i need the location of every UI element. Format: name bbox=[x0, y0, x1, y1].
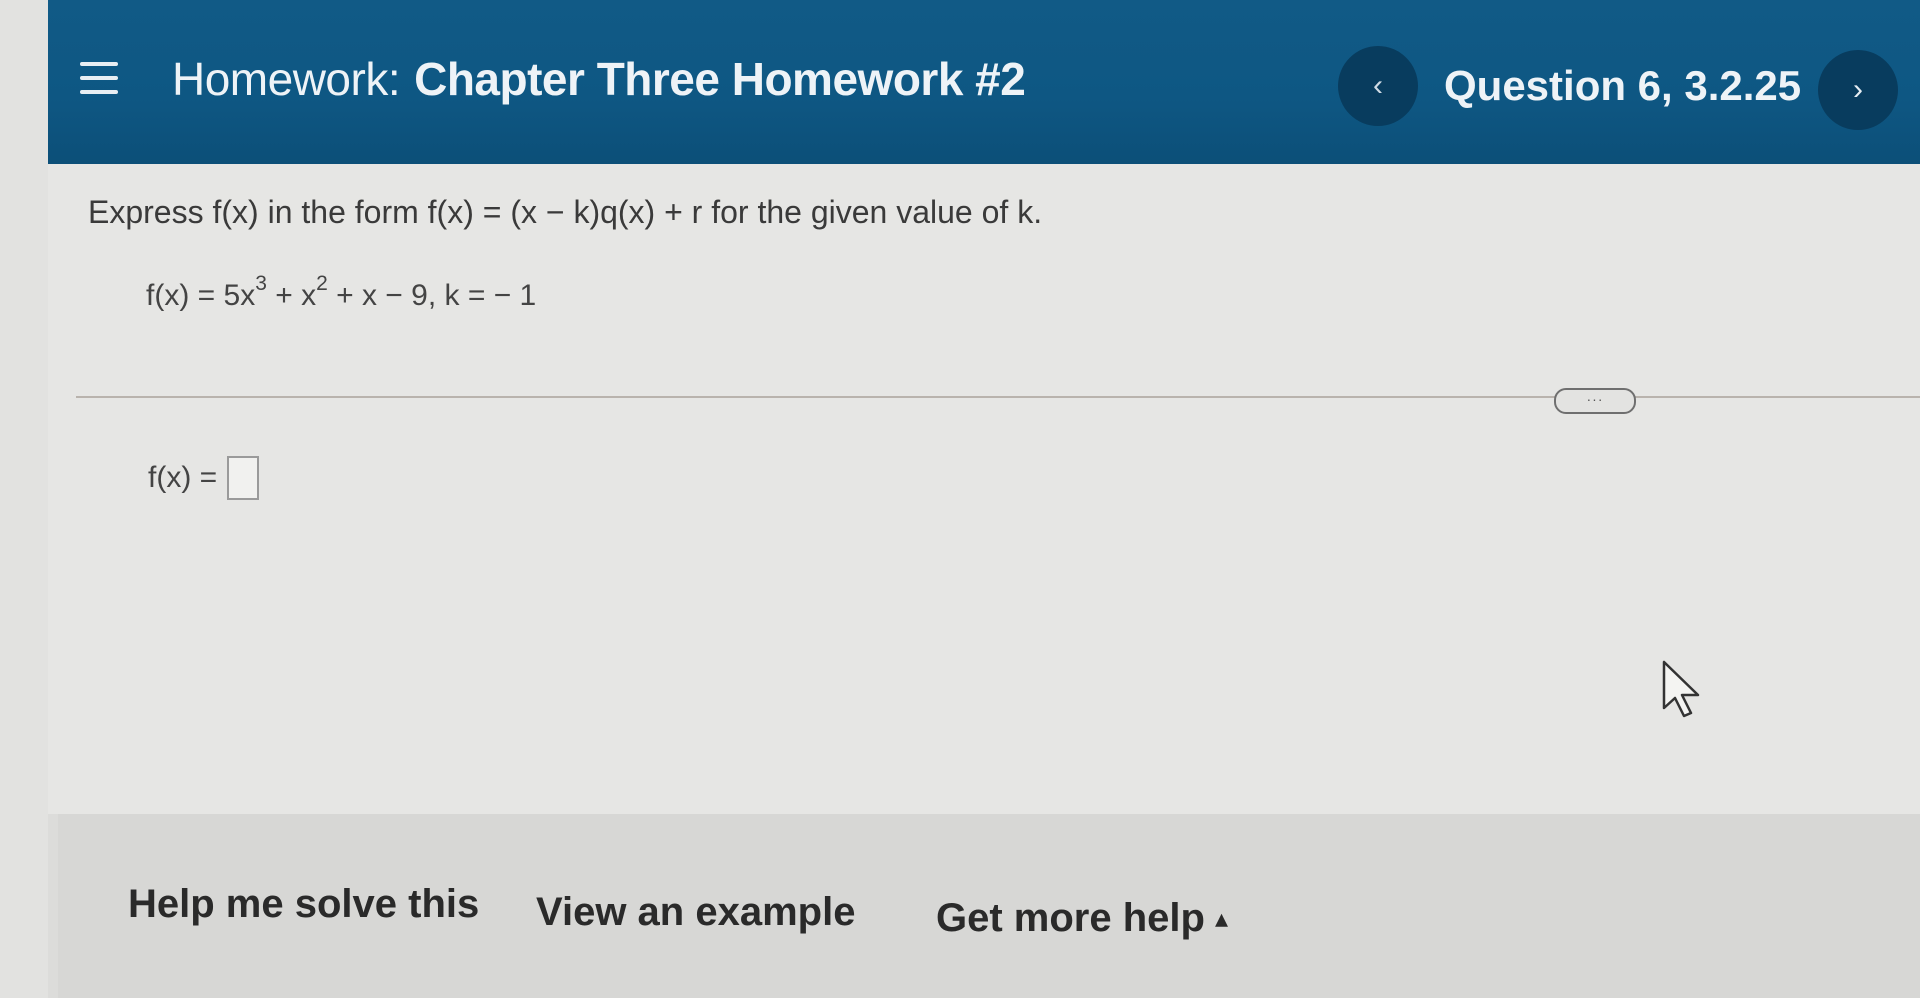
answer-input[interactable] bbox=[227, 456, 260, 500]
homework-name: Chapter Three Homework #2 bbox=[414, 53, 1026, 105]
menu-icon[interactable] bbox=[80, 62, 118, 96]
answer-label: f(x) = bbox=[148, 461, 218, 494]
previous-question-button[interactable]: ‹ bbox=[1338, 46, 1418, 126]
next-question-button[interactable]: › bbox=[1818, 50, 1898, 130]
function-rest: + x − 9, k = − 1 bbox=[327, 279, 537, 312]
caret-up-icon: ▴ bbox=[1214, 903, 1229, 933]
get-more-help-label: Get more help bbox=[936, 896, 1205, 940]
question-instructions: Express f(x) in the form f(x) = (x − k)q… bbox=[88, 194, 1043, 230]
chevron-right-icon: › bbox=[1853, 73, 1863, 106]
expand-more-button[interactable]: ··· bbox=[1554, 388, 1636, 414]
chevron-left-icon: ‹ bbox=[1373, 69, 1383, 102]
homework-title: Homework: Chapter Three Homework #2 bbox=[172, 52, 1026, 106]
answer-row: f(x) = bbox=[148, 456, 260, 500]
view-example-button[interactable]: View an example bbox=[536, 890, 855, 935]
homework-prefix: Homework: bbox=[172, 53, 401, 105]
mouse-pointer-icon bbox=[1662, 660, 1700, 718]
question-number: Question 6, 3.2.25 bbox=[1444, 62, 1802, 109]
given-function: f(x) = 5x3 + x2 + x − 9, k = − 1 bbox=[146, 272, 537, 313]
function-term2: + x bbox=[266, 279, 317, 312]
function-lhs: f(x) = 5x bbox=[146, 279, 256, 312]
get-more-help-button[interactable]: Get more help ▴ bbox=[936, 896, 1228, 941]
section-divider bbox=[76, 396, 1920, 398]
exponent-2: 2 bbox=[316, 272, 328, 295]
question-area bbox=[48, 164, 1920, 814]
exponent-3: 3 bbox=[255, 272, 267, 295]
screen-bezel bbox=[0, 0, 48, 998]
help-me-solve-button[interactable]: Help me solve this bbox=[128, 882, 479, 927]
